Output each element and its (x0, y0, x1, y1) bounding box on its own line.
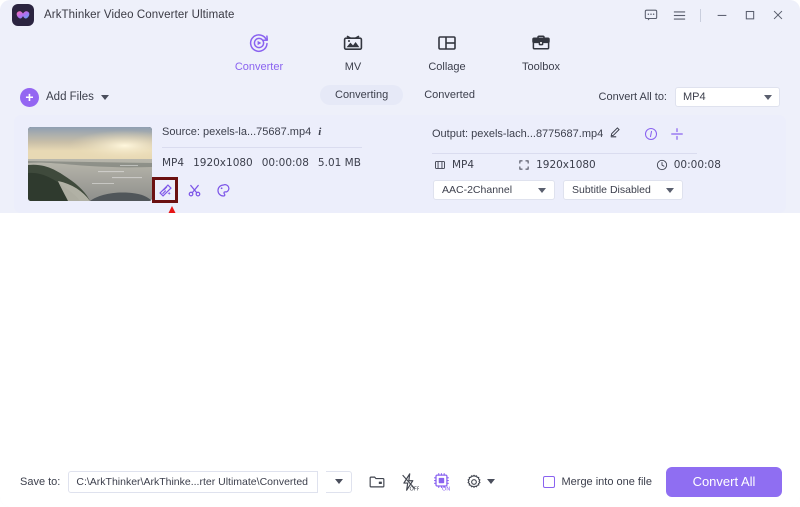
nav-label: Collage (428, 61, 466, 73)
checkbox-box (542, 475, 555, 488)
status-tabs: Converting Converted (320, 85, 490, 105)
nav-item-mv[interactable]: MV (306, 26, 400, 73)
source-divider (162, 147, 362, 148)
tab-converting[interactable]: Converting (320, 85, 404, 105)
source-meta-format: MP4 (162, 157, 185, 169)
chevron-down-icon (538, 187, 546, 193)
output-format-value: MP4 (452, 159, 475, 171)
menu-icon[interactable] (665, 2, 693, 28)
save-to-path-value: C:\ArkThinker\ArkThinke...rter Ultimate\… (76, 475, 309, 488)
output-duration-item: 00:00:08 (656, 159, 721, 171)
add-files-button[interactable]: + Add Files (20, 87, 109, 107)
edit-tools-row (152, 177, 233, 203)
collage-icon (435, 30, 459, 56)
convert-all-to-group: Convert All to: MP4 (599, 87, 780, 107)
source-meta-size: 5.01 MB (317, 157, 361, 169)
convert-all-button[interactable]: Convert All (666, 466, 782, 497)
source-filename-row: Source: pexels-la...75687.mp4 i (162, 126, 367, 138)
arkthinker-logo-icon (12, 4, 34, 26)
add-files-label: Add Files (46, 91, 94, 103)
chevron-down-icon[interactable] (100, 94, 109, 100)
output-filename: Output: pexels-lach...8775687.mp4 (432, 127, 604, 140)
nav-item-collage[interactable]: Collage (400, 26, 494, 73)
subtitle-track-value: Subtitle Disabled (572, 184, 651, 196)
nav-item-converter[interactable]: Converter (212, 26, 306, 73)
file-list-empty-area (0, 213, 800, 456)
source-meta: MP4 1920x1080 00:00:08 5.01 MB (162, 157, 367, 169)
video-thumbnail[interactable] (28, 127, 152, 201)
convert-all-to-select[interactable]: MP4 (675, 87, 780, 107)
save-to-dropdown-button[interactable] (326, 470, 353, 493)
chevron-down-icon (487, 479, 496, 484)
hw-accel-state: OFF (410, 486, 420, 491)
output-track-selects: AAC-2Channel Subtitle Disabled (433, 180, 683, 200)
minimize-icon[interactable] (708, 2, 736, 28)
scissors-trim-icon[interactable] (184, 180, 204, 200)
save-to-label: Save to: (20, 475, 61, 488)
subtitle-track-select[interactable]: Subtitle Disabled (563, 180, 683, 200)
gpu-state: ON (442, 486, 450, 491)
toolbox-icon (529, 30, 553, 56)
output-duration-value: 00:00:08 (673, 159, 721, 171)
lightning-icon[interactable]: OFF (399, 472, 419, 492)
mv-icon (341, 30, 365, 56)
source-meta-duration: 00:00:08 (261, 157, 309, 169)
info-circle-icon[interactable] (644, 127, 658, 146)
plus-circle-icon: + (20, 87, 39, 107)
bottom-right-group: Merge into one file Convert All (542, 466, 782, 497)
audio-track-value: AAC-2Channel (442, 184, 513, 196)
app-window: ArkThinker Video Converter Ultimate Conv… (0, 0, 800, 507)
chevron-down-icon (764, 94, 772, 100)
output-divider (432, 153, 697, 154)
split-icon[interactable] (670, 127, 684, 146)
pencil-icon[interactable] (609, 126, 621, 141)
bottom-icon-group: OFF ON (368, 472, 496, 492)
audio-track-select[interactable]: AAC-2Channel (433, 180, 555, 200)
magic-wand-edit-icon[interactable] (152, 177, 178, 203)
tab-converted[interactable]: Converted (409, 85, 490, 105)
output-resolution-item: 1920x1080 (518, 159, 596, 171)
bottom-bar: Save to: C:\ArkThinker\ArkThinke...rter … (0, 456, 800, 507)
settings-button[interactable] (465, 473, 496, 491)
info-italic-icon[interactable]: i (318, 126, 321, 138)
chevron-down-icon (334, 479, 343, 484)
palette-effects-icon[interactable] (213, 180, 233, 200)
output-action-icons (644, 127, 684, 146)
nav-label: Toolbox (522, 61, 560, 73)
converter-icon (247, 30, 271, 56)
gpu-chip-icon[interactable]: ON (432, 472, 452, 492)
convert-all-to-label: Convert All to: (598, 91, 667, 103)
feedback-icon[interactable] (637, 2, 665, 28)
save-to-group: Save to: C:\ArkThinker\ArkThinke...rter … (20, 470, 353, 493)
output-meta: MP4 1920x1080 00:00:08 (434, 159, 721, 171)
chevron-down-icon (666, 187, 674, 193)
close-icon[interactable] (764, 2, 792, 28)
open-folder-icon[interactable] (368, 473, 386, 491)
convert-all-to-value: MP4 (683, 91, 706, 103)
merge-label: Merge into one file (561, 475, 653, 488)
maximize-icon[interactable] (736, 2, 764, 28)
merge-into-one-file-checkbox[interactable]: Merge into one file (542, 475, 653, 488)
main-nav: Converter MV Collage Toolbox (0, 26, 800, 76)
nav-label: Converter (234, 61, 284, 73)
source-meta-resolution: 1920x1080 (193, 157, 253, 169)
controls-divider (700, 8, 701, 22)
source-block: Source: pexels-la...75687.mp4 i MP4 1920… (162, 126, 367, 169)
nav-label: MV (344, 61, 362, 73)
save-to-path-input[interactable]: C:\ArkThinker\ArkThinke...rter Ultimate\… (68, 470, 319, 493)
file-card: Source: pexels-la...75687.mp4 i MP4 1920… (14, 115, 786, 294)
output-resolution-value: 1920x1080 (536, 159, 596, 171)
nav-item-toolbox[interactable]: Toolbox (494, 26, 588, 73)
source-filename: Source: pexels-la...75687.mp4 (162, 126, 312, 138)
output-format-item: MP4 (434, 159, 474, 171)
app-title: ArkThinker Video Converter Ultimate (44, 9, 235, 21)
